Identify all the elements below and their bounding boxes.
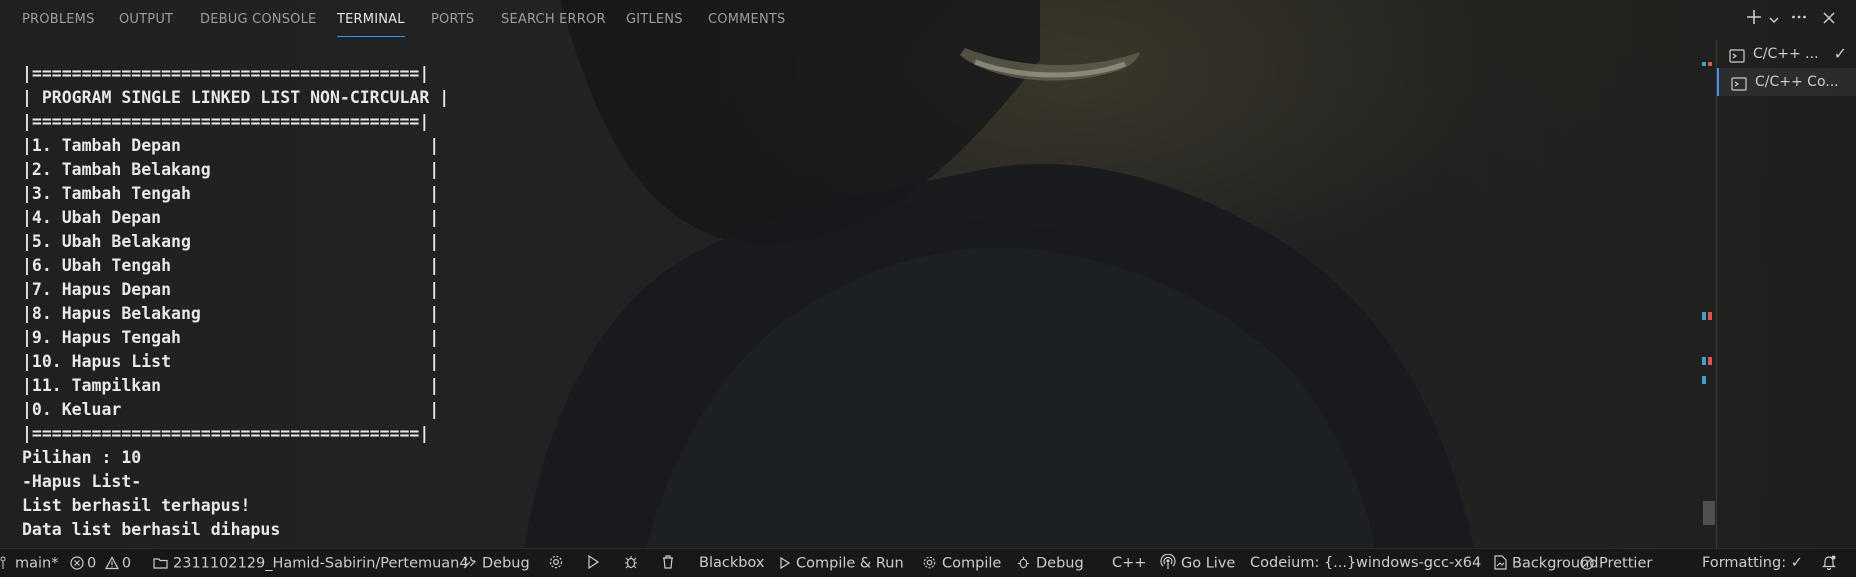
tools-icon (462, 549, 477, 577)
terminal-icon (1731, 74, 1747, 91)
broadcast-icon (1160, 549, 1176, 577)
scrollbar-markers (1700, 40, 1716, 548)
go-live-button[interactable]: Go Live (1160, 549, 1235, 577)
compile-button[interactable]: Compile (922, 549, 1001, 577)
terminal-tabs-list: C/C++ ... ✓ C/C++ Co... (1716, 40, 1856, 548)
folder-icon (153, 549, 168, 577)
compile-run-label: Compile & Run (796, 555, 904, 572)
terminal-line: |=======================================… (22, 112, 430, 131)
compile-run-button[interactable]: Compile & Run (779, 549, 904, 577)
terminal-tab-1[interactable]: C/C++ ... ✓ (1717, 40, 1856, 68)
terminal-icon (1729, 46, 1745, 63)
prohibited-icon (1580, 549, 1594, 577)
terminal-line: |9. Hapus Tengah | (22, 328, 440, 347)
run-icon[interactable] (586, 549, 600, 577)
codeium-status[interactable]: Codeium: {...} (1250, 549, 1356, 577)
workspace-path: 2311102129_Hamid-Sabirin/Pertemuan4 (173, 555, 469, 572)
tab-ports[interactable]: PORTS (431, 0, 474, 36)
terminal-line: |5. Ubah Belakang | (22, 232, 440, 251)
status-bar: main* 0 0 2311102129_Hamid-Sabirin/Perte… (0, 548, 1856, 577)
terminal-line: -Hapus List- (22, 472, 142, 491)
scroll-marker (1702, 62, 1706, 66)
git-branch[interactable]: main* (0, 549, 58, 577)
git-branch-icon (0, 549, 10, 577)
terminal-line: Pilihan : 10 (22, 448, 142, 467)
scroll-marker (1708, 62, 1712, 66)
tab-search-error[interactable]: SEARCH ERROR (501, 0, 606, 36)
terminal-line: |4. Ubah Depan | (22, 208, 440, 227)
terminal-line: |1. Tambah Depan | (22, 136, 440, 155)
prettier-status[interactable]: Prettier (1580, 549, 1652, 577)
terminal-line: List berhasil terhapus! (22, 496, 251, 515)
formatting-status[interactable]: Formatting: ✓ (1702, 549, 1803, 577)
terminal-line: |2. Tambah Belakang | (22, 160, 440, 179)
error-icon (70, 549, 84, 577)
terminal-line: |=======================================… (22, 64, 430, 83)
prettier-label: Prettier (1599, 555, 1653, 572)
debug-button[interactable]: Debug (1016, 549, 1084, 577)
terminal-line: |0. Keluar | (22, 400, 440, 419)
terminal-line: |=======================================… (22, 424, 430, 443)
tab-problems[interactable]: PROBLEMS (22, 0, 95, 36)
terminal-tab-label: C/C++ Co... (1755, 74, 1839, 90)
close-icon[interactable] (1816, 6, 1842, 32)
branch-name: main* (15, 555, 59, 572)
go-live-label: Go Live (1181, 555, 1236, 572)
vscode-panel: PROBLEMS OUTPUT DEBUG CONSOLE TERMINAL P… (0, 0, 1856, 577)
run-icon (779, 549, 791, 577)
more-icon[interactable] (1786, 6, 1812, 32)
settings-icon[interactable] (548, 549, 564, 577)
warning-count: 0 (121, 555, 132, 572)
scroll-marker (1702, 357, 1706, 365)
bug-icon[interactable] (623, 549, 639, 577)
tab-comments[interactable]: COMMENTS (708, 0, 785, 36)
scrollbar-thumb[interactable] (1703, 501, 1715, 525)
blackbox-button[interactable]: Blackbox (699, 549, 764, 577)
terminal-output[interactable]: |=======================================… (22, 62, 1682, 548)
cpp-configuration[interactable]: windows-gcc-x64 (1356, 549, 1481, 577)
scroll-marker (1702, 376, 1706, 384)
tab-output[interactable]: OUTPUT (119, 0, 173, 36)
trash-icon[interactable] (661, 549, 675, 577)
gear-icon (922, 549, 937, 577)
scroll-marker (1708, 357, 1712, 365)
chevron-down-icon[interactable] (1766, 6, 1782, 32)
terminal-line: |7. Hapus Depan | (22, 280, 440, 299)
error-count: 0 (87, 555, 97, 572)
tab-terminal[interactable]: TERMINAL (337, 0, 405, 37)
debug2-label: Debug (1036, 555, 1084, 572)
scroll-marker (1702, 312, 1706, 320)
terminal-line: |8. Hapus Belakang | (22, 304, 440, 323)
terminal-tab-label: C/C++ ... (1753, 46, 1819, 62)
bug-icon (1016, 549, 1031, 577)
workspace-folder[interactable]: 2311102129_Hamid-Sabirin/Pertemuan4 (153, 549, 469, 577)
warning-icon (104, 549, 119, 577)
debug-label: Debug (482, 555, 530, 572)
terminal-line: | PROGRAM SINGLE LINKED LIST NON-CIRCULA… (22, 88, 450, 107)
file-icon (1494, 549, 1507, 577)
terminal-line: |10. Hapus List | (22, 352, 440, 371)
check-icon: ✓ (1833, 44, 1847, 63)
language-mode[interactable]: C++ (1112, 549, 1146, 577)
compile-label: Compile (942, 555, 1002, 572)
scroll-marker (1708, 312, 1712, 320)
tab-debug-console[interactable]: DEBUG CONSOLE (200, 0, 316, 36)
debug-status-button[interactable]: Debug (462, 549, 530, 577)
terminal-line: Data list berhasil dihapus (22, 520, 281, 539)
terminal-line: |3. Tambah Tengah | (22, 184, 440, 203)
tab-gitlens[interactable]: GITLENS (626, 0, 683, 36)
notifications-bell-icon[interactable] (1821, 549, 1837, 577)
terminal-tab-2[interactable]: C/C++ Co... (1717, 68, 1856, 96)
problems-status[interactable]: 0 0 (70, 549, 131, 577)
terminal-line: |6. Ubah Tengah | (22, 256, 440, 275)
new-terminal-plus-icon[interactable] (1742, 6, 1766, 32)
terminal-line: |11. Tampilkan | (22, 376, 440, 395)
panel-tab-bar: PROBLEMS OUTPUT DEBUG CONSOLE TERMINAL P… (0, 0, 1856, 40)
